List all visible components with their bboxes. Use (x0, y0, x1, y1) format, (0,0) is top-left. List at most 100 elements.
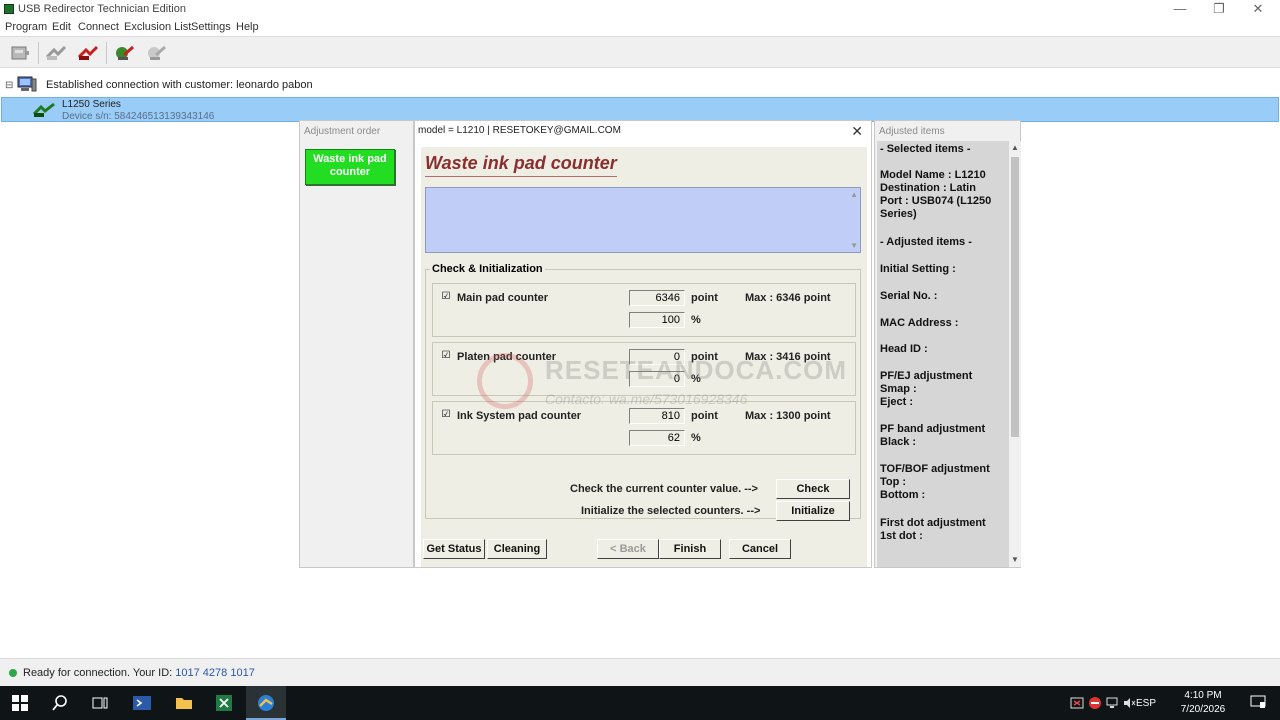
status-bar: Ready for connection. Your ID: 1017 4278… (0, 658, 1280, 686)
main-pad-label: Main pad counter (457, 292, 549, 304)
toolbar (0, 36, 1280, 68)
menu-program[interactable]: Program (5, 21, 47, 33)
cleaning-button[interactable]: Cleaning (487, 539, 547, 559)
main-pad-percent: 100 (629, 312, 685, 328)
list-item: Model Name : L1210 Destination : Latin P… (880, 169, 992, 220)
check-instruction: Check the current counter value. --> (570, 483, 758, 495)
search-icon[interactable] (40, 686, 80, 720)
app-icon (4, 4, 14, 14)
ink-system-pad-percent: 62 (629, 430, 685, 446)
list-item: - Adjusted items - (880, 236, 972, 248)
main-pad-point-unit: point (691, 292, 718, 304)
list-item: MAC Address : (880, 317, 959, 329)
tray-red-icon[interactable] (1088, 696, 1102, 710)
watermark-text: RESETEANDOCA.COM (545, 355, 848, 385)
computer-icon (17, 76, 37, 92)
check-button[interactable]: Check (776, 479, 850, 499)
message-area: ▲ ▼ (425, 187, 861, 253)
window-title: USB Redirector Technician Edition (18, 3, 186, 15)
file-explorer-icon[interactable] (164, 686, 204, 720)
dialog-body: Waste ink pad counter ▲ ▼ Check & Initia… (421, 147, 867, 567)
platen-pad-checkbox[interactable]: ☑ (441, 351, 451, 361)
volume-icon[interactable] (1122, 696, 1136, 710)
connection-node[interactable]: ⊟ Established connection with customer: … (0, 76, 600, 94)
adjustment-order-header: Adjustment order (304, 126, 381, 137)
watermark-contact: Contacto: wa.me/573016928346 (545, 391, 748, 407)
dialog-title: model = L1210 | RESETOKEY@GMAIL.COM (418, 125, 621, 136)
device-icon[interactable] (8, 41, 32, 65)
status-text: Ready for connection. Your ID: 1017 4278… (23, 667, 255, 679)
adjustment-order-panel: Adjustment order Waste ink pad counter (299, 120, 414, 568)
usb-redirector-taskbar-icon[interactable] (246, 686, 286, 720)
page-title: Waste ink pad counter (425, 153, 617, 177)
tray-app-icon[interactable] (1070, 696, 1084, 710)
menu-help[interactable]: Help (236, 21, 259, 33)
maximize-button[interactable]: ❐ (1199, 0, 1239, 20)
status-dot-icon (9, 669, 17, 677)
status-message: Ready for connection. Your ID: (23, 667, 173, 679)
initialize-button[interactable]: Initialize (776, 501, 850, 521)
title-bar: USB Redirector Technician Edition — ❐ ✕ (0, 0, 1280, 20)
device-node[interactable]: L1250 Series Device s/n: 584246513139343… (1, 97, 1279, 122)
system-tray: ESP 4:10 PM 7/20/2026 (1060, 686, 1280, 720)
ink-system-pad-checkbox[interactable]: ☑ (441, 410, 451, 420)
clock[interactable]: 4:10 PM 7/20/2026 (1168, 689, 1238, 717)
menu-exclusion-list[interactable]: Exclusion List (124, 21, 191, 33)
list-item: - Selected items - (880, 143, 971, 155)
excel-icon[interactable] (204, 686, 244, 720)
network-icon[interactable] (1106, 696, 1120, 710)
back-button[interactable]: < Back (597, 539, 659, 559)
get-status-button[interactable]: Get Status (423, 539, 485, 559)
finish-button[interactable]: Finish (659, 539, 721, 559)
user-id: 1017 4278 1017 (175, 667, 255, 679)
cancel-button[interactable]: Cancel (729, 539, 791, 559)
scroll-down-icon[interactable]: ▼ (850, 241, 858, 250)
main-pad-max: Max : 6346 point (745, 292, 831, 304)
waste-ink-pad-counter-item[interactable]: Waste ink pad counter (305, 149, 395, 185)
disconnect-icon[interactable] (144, 41, 168, 65)
dialog-close-button[interactable]: ✕ (851, 123, 863, 140)
notification-icon[interactable] (1250, 695, 1266, 709)
connect-red-icon[interactable] (76, 41, 100, 65)
plugin-icon[interactable] (112, 41, 136, 65)
menu-edit[interactable]: Edit (52, 21, 71, 33)
taskbar: ESP 4:10 PM 7/20/2026 (0, 686, 1280, 720)
list-item: Initial Setting : (880, 263, 956, 275)
device-name: L1250 Series (62, 99, 121, 110)
watermark-logo (477, 353, 533, 409)
main-pad-pct-unit: % (691, 314, 701, 326)
list-item: Head ID : (880, 343, 928, 355)
list-item: PF/EJ adjustment Smap : Eject : (880, 370, 973, 408)
powershell-icon[interactable] (122, 686, 162, 720)
ink-system-pad-pct-unit: % (691, 432, 701, 444)
scroll-up-icon[interactable]: ▲ (850, 190, 858, 199)
share-icon[interactable] (44, 41, 68, 65)
menu-settings[interactable]: Settings (191, 21, 231, 33)
task-view-icon[interactable] (80, 686, 120, 720)
close-button[interactable]: ✕ (1238, 0, 1278, 20)
adjusted-items-header: Adjusted items (879, 126, 945, 137)
adjustment-dialog: model = L1210 | RESETOKEY@GMAIL.COM ✕ Wa… (414, 120, 872, 568)
collapse-icon[interactable]: ⊟ (5, 80, 13, 91)
device-serial: Device s/n: 584246513139343146 (62, 111, 215, 122)
scrollbar-thumb[interactable] (1011, 157, 1019, 437)
group-label: Check & Initialization (430, 263, 545, 275)
connection-label: Established connection with customer: le… (46, 79, 313, 91)
start-button[interactable] (0, 686, 40, 720)
scroll-up-icon[interactable]: ▲ (1011, 143, 1019, 152)
clock-time: 4:10 PM (1184, 690, 1222, 701)
adjusted-items-scrollbar[interactable]: ▲ ▼ (1009, 141, 1021, 567)
main-pad-checkbox[interactable]: ☑ (441, 292, 451, 302)
language-indicator[interactable]: ESP (1136, 698, 1156, 709)
adjusted-items-list: - Selected items - Model Name : L1210 De… (877, 141, 1009, 567)
main-pad-counter-row: ☑ Main pad counter 6346 point Max : 6346… (432, 283, 856, 337)
list-item: TOF/BOF adjustment Top : Bottom : (880, 463, 990, 501)
list-item: First dot adjustment 1st dot : (880, 517, 986, 542)
watermark: RESETEANDOCA.COM Contacto: wa.me/5730169… (477, 353, 846, 413)
main-pad-points: 6346 (629, 290, 685, 306)
minimize-button[interactable]: — (1160, 0, 1200, 20)
menu-bar: Program Edit Connect Exclusion List Sett… (0, 20, 1280, 36)
menu-connect[interactable]: Connect (78, 21, 119, 33)
scroll-down-icon[interactable]: ▼ (1011, 555, 1019, 564)
list-item: PF band adjustment Black : (880, 423, 986, 448)
